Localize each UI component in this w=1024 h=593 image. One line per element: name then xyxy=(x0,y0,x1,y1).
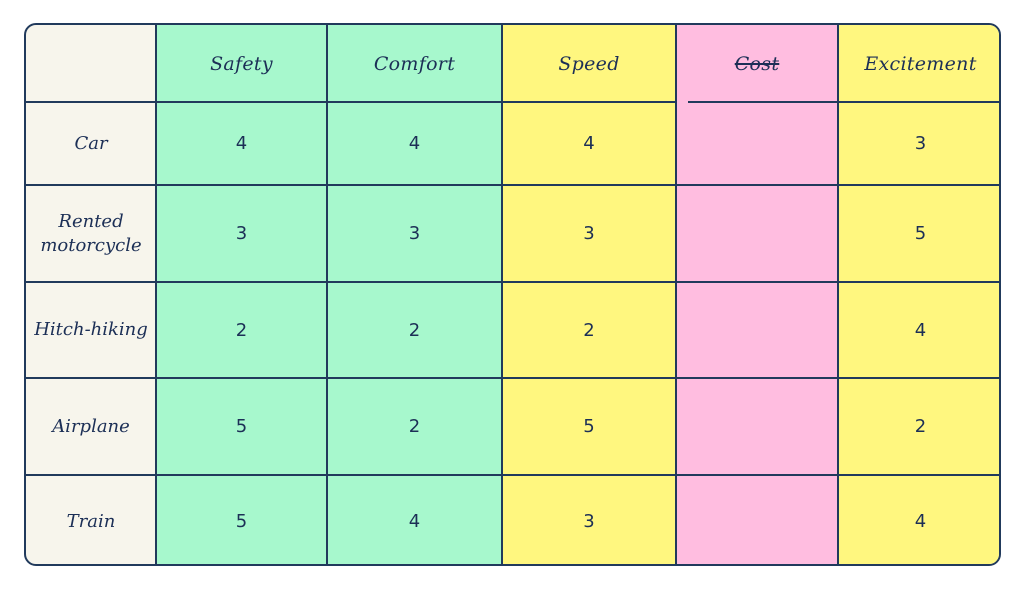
table-cell-excitement: 4 xyxy=(914,319,927,341)
table-cell-speed: 5 xyxy=(583,416,595,437)
row-label: Hitch-hiking xyxy=(34,319,148,340)
table-cell-comfort: 4 xyxy=(408,133,421,154)
table-cell-safety: 5 xyxy=(235,416,248,437)
table-cell-safety: 2 xyxy=(235,319,248,341)
table-cell-comfort: 2 xyxy=(408,319,421,341)
table-cell-cost xyxy=(676,282,838,378)
table-cell-speed: 3 xyxy=(583,223,595,244)
table-cell-comfort: 3 xyxy=(408,223,421,244)
table-cell-safety: 4 xyxy=(235,133,248,154)
table-cell-comfort: 4 xyxy=(408,511,421,532)
column-header-safety: Safety xyxy=(156,25,327,102)
column-header-comfort: Comfort xyxy=(327,25,502,102)
table-cell-excitement: 4 xyxy=(914,511,927,532)
table-cell-safety: 5 xyxy=(235,511,248,532)
table-cell-cost xyxy=(676,475,838,564)
table-cell-excitement: 3 xyxy=(914,133,927,154)
comparison-table: Safety Comfort Speed Cost Excitement Car 4 4 4 3 R… xyxy=(24,23,1001,566)
table-cell-comfort: 2 xyxy=(408,416,421,437)
corner-cell xyxy=(26,25,156,102)
column-header-label: Speed xyxy=(558,52,620,75)
column-header-excitement: Excitement xyxy=(838,25,999,102)
column-header-label: Excitement xyxy=(864,52,977,75)
table-cell-excitement: 2 xyxy=(914,416,927,437)
column-header-label: Safety xyxy=(210,52,273,75)
column-header-speed: Speed xyxy=(502,25,676,102)
table-cell-cost xyxy=(676,185,838,282)
table-cell-excitement: 5 xyxy=(914,223,927,244)
row-label: Car xyxy=(74,132,108,154)
table-cell-cost xyxy=(676,378,838,475)
table-cell-speed: 3 xyxy=(583,511,595,532)
row-label: Airplane xyxy=(52,415,130,437)
table-cell-safety: 3 xyxy=(235,223,248,244)
column-header-label: Comfort xyxy=(373,52,456,75)
table-cell-speed: 2 xyxy=(583,319,595,341)
row-label: Rented motorcycle xyxy=(40,210,142,256)
row-label: Train xyxy=(66,510,116,532)
table-cell-speed: 4 xyxy=(583,133,595,154)
column-header-cost: Cost xyxy=(676,25,838,102)
table-cell-cost xyxy=(676,102,838,185)
column-header-label: Cost xyxy=(734,52,780,75)
